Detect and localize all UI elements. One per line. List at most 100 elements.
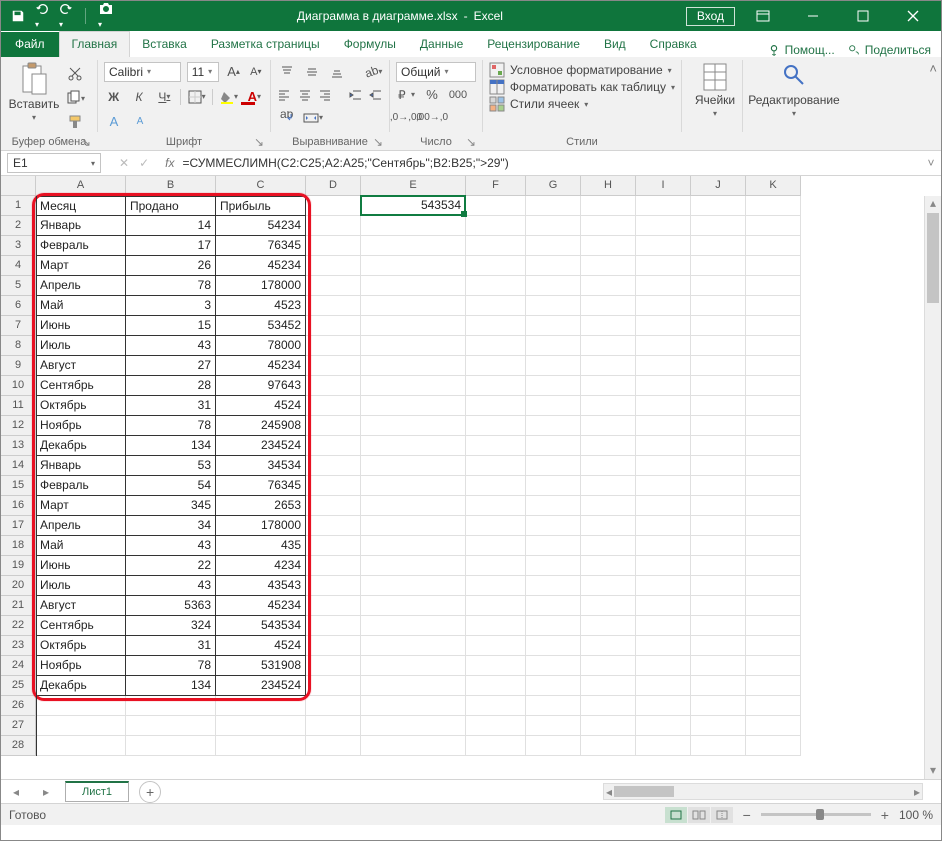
signin-button[interactable]: Вход (686, 7, 735, 26)
col-header-B[interactable]: B (126, 176, 216, 196)
italic-button[interactable]: К (129, 87, 148, 107)
cell-G18[interactable] (526, 536, 581, 556)
cell-K23[interactable] (746, 636, 801, 656)
tab-insert[interactable]: Вставка (130, 32, 199, 57)
cell-B15[interactable]: 54 (126, 476, 216, 496)
row-header-8[interactable]: 8 (1, 336, 36, 356)
redo-icon[interactable]: ▾ (59, 2, 73, 30)
cell-K9[interactable] (746, 356, 801, 376)
row-header-20[interactable]: 20 (1, 576, 36, 596)
cell-B5[interactable]: 78 (126, 276, 216, 296)
cell-G27[interactable] (526, 716, 581, 736)
cell-C26[interactable] (216, 696, 306, 716)
cell-F1[interactable] (466, 196, 526, 216)
cell-B21[interactable]: 5363 (126, 596, 216, 616)
add-sheet-button[interactable]: + (139, 781, 161, 803)
cell-H5[interactable] (581, 276, 636, 296)
cell-D1[interactable] (306, 196, 361, 216)
cell-E16[interactable] (361, 496, 466, 516)
tab-help[interactable]: Справка (638, 32, 709, 57)
row-header-24[interactable]: 24 (1, 656, 36, 676)
cell-K26[interactable] (746, 696, 801, 716)
font-size-combo[interactable]: 11▾ (187, 62, 220, 82)
align-left-icon[interactable] (277, 85, 291, 105)
zoom-in-button[interactable]: + (881, 807, 889, 823)
cell-E2[interactable] (361, 216, 466, 236)
cell-E18[interactable] (361, 536, 466, 556)
row-header-21[interactable]: 21 (1, 596, 36, 616)
sheet-tab-1[interactable]: Лист1 (65, 781, 129, 802)
cell-K27[interactable] (746, 716, 801, 736)
cell-D6[interactable] (306, 296, 361, 316)
cell-A21[interactable]: Август (36, 596, 126, 616)
cell-C27[interactable] (216, 716, 306, 736)
row-header-12[interactable]: 12 (1, 416, 36, 436)
cell-H25[interactable] (581, 676, 636, 696)
cell-B1[interactable]: Продано (126, 196, 216, 216)
cell-C10[interactable]: 97643 (216, 376, 306, 396)
cell-J2[interactable] (691, 216, 746, 236)
row-header-25[interactable]: 25 (1, 676, 36, 696)
cell-H26[interactable] (581, 696, 636, 716)
cell-F3[interactable] (466, 236, 526, 256)
cell-F22[interactable] (466, 616, 526, 636)
cell-G26[interactable] (526, 696, 581, 716)
clipboard-launcher-icon[interactable]: ↘ (81, 135, 93, 147)
cell-C14[interactable]: 34534 (216, 456, 306, 476)
align-launcher-icon[interactable]: ↘ (373, 135, 385, 147)
cell-G16[interactable] (526, 496, 581, 516)
cell-A1[interactable]: Месяц (36, 196, 126, 216)
cell-F12[interactable] (466, 416, 526, 436)
cell-I28[interactable] (636, 736, 691, 756)
cell-I20[interactable] (636, 576, 691, 596)
cell-D11[interactable] (306, 396, 361, 416)
tab-view[interactable]: Вид (592, 32, 638, 57)
cell-H2[interactable] (581, 216, 636, 236)
cell-F26[interactable] (466, 696, 526, 716)
cell-E1[interactable]: 543534 (361, 196, 466, 216)
decrease-font-icon[interactable]: A▾ (248, 62, 264, 82)
cell-K5[interactable] (746, 276, 801, 296)
cell-A19[interactable]: Июнь (36, 556, 126, 576)
cell-G20[interactable] (526, 576, 581, 596)
cell-E10[interactable] (361, 376, 466, 396)
cell-H8[interactable] (581, 336, 636, 356)
cell-C7[interactable]: 53452 (216, 316, 306, 336)
cell-D25[interactable] (306, 676, 361, 696)
row-header-19[interactable]: 19 (1, 556, 36, 576)
cell-J11[interactable] (691, 396, 746, 416)
row-header-22[interactable]: 22 (1, 616, 36, 636)
row-header-7[interactable]: 7 (1, 316, 36, 336)
cell-C17[interactable]: 178000 (216, 516, 306, 536)
cell-K17[interactable] (746, 516, 801, 536)
cell-E5[interactable] (361, 276, 466, 296)
cell-I2[interactable] (636, 216, 691, 236)
cell-C1[interactable]: Прибыль (216, 196, 306, 216)
cell-C24[interactable]: 531908 (216, 656, 306, 676)
cell-K16[interactable] (746, 496, 801, 516)
cut-icon[interactable] (65, 64, 85, 84)
cell-D5[interactable] (306, 276, 361, 296)
cell-E13[interactable] (361, 436, 466, 456)
row-header-15[interactable]: 15 (1, 476, 36, 496)
col-header-F[interactable]: F (466, 176, 526, 196)
vertical-scrollbar[interactable]: ▴ ▾ (924, 196, 941, 779)
row-header-6[interactable]: 6 (1, 296, 36, 316)
cell-A20[interactable]: Июль (36, 576, 126, 596)
row-header-10[interactable]: 10 (1, 376, 36, 396)
cell-A5[interactable]: Апрель (36, 276, 126, 296)
col-header-E[interactable]: E (361, 176, 466, 196)
cell-D26[interactable] (306, 696, 361, 716)
cell-A23[interactable]: Октябрь (36, 636, 126, 656)
cell-B7[interactable]: 15 (126, 316, 216, 336)
cell-H15[interactable] (581, 476, 636, 496)
cell-G19[interactable] (526, 556, 581, 576)
cell-E19[interactable] (361, 556, 466, 576)
cell-D7[interactable] (306, 316, 361, 336)
maximize-button[interactable] (841, 1, 885, 31)
cell-C18[interactable]: 435 (216, 536, 306, 556)
view-pagelayout-icon[interactable] (688, 807, 710, 823)
cell-J5[interactable] (691, 276, 746, 296)
cell-C21[interactable]: 45234 (216, 596, 306, 616)
row-header-17[interactable]: 17 (1, 516, 36, 536)
